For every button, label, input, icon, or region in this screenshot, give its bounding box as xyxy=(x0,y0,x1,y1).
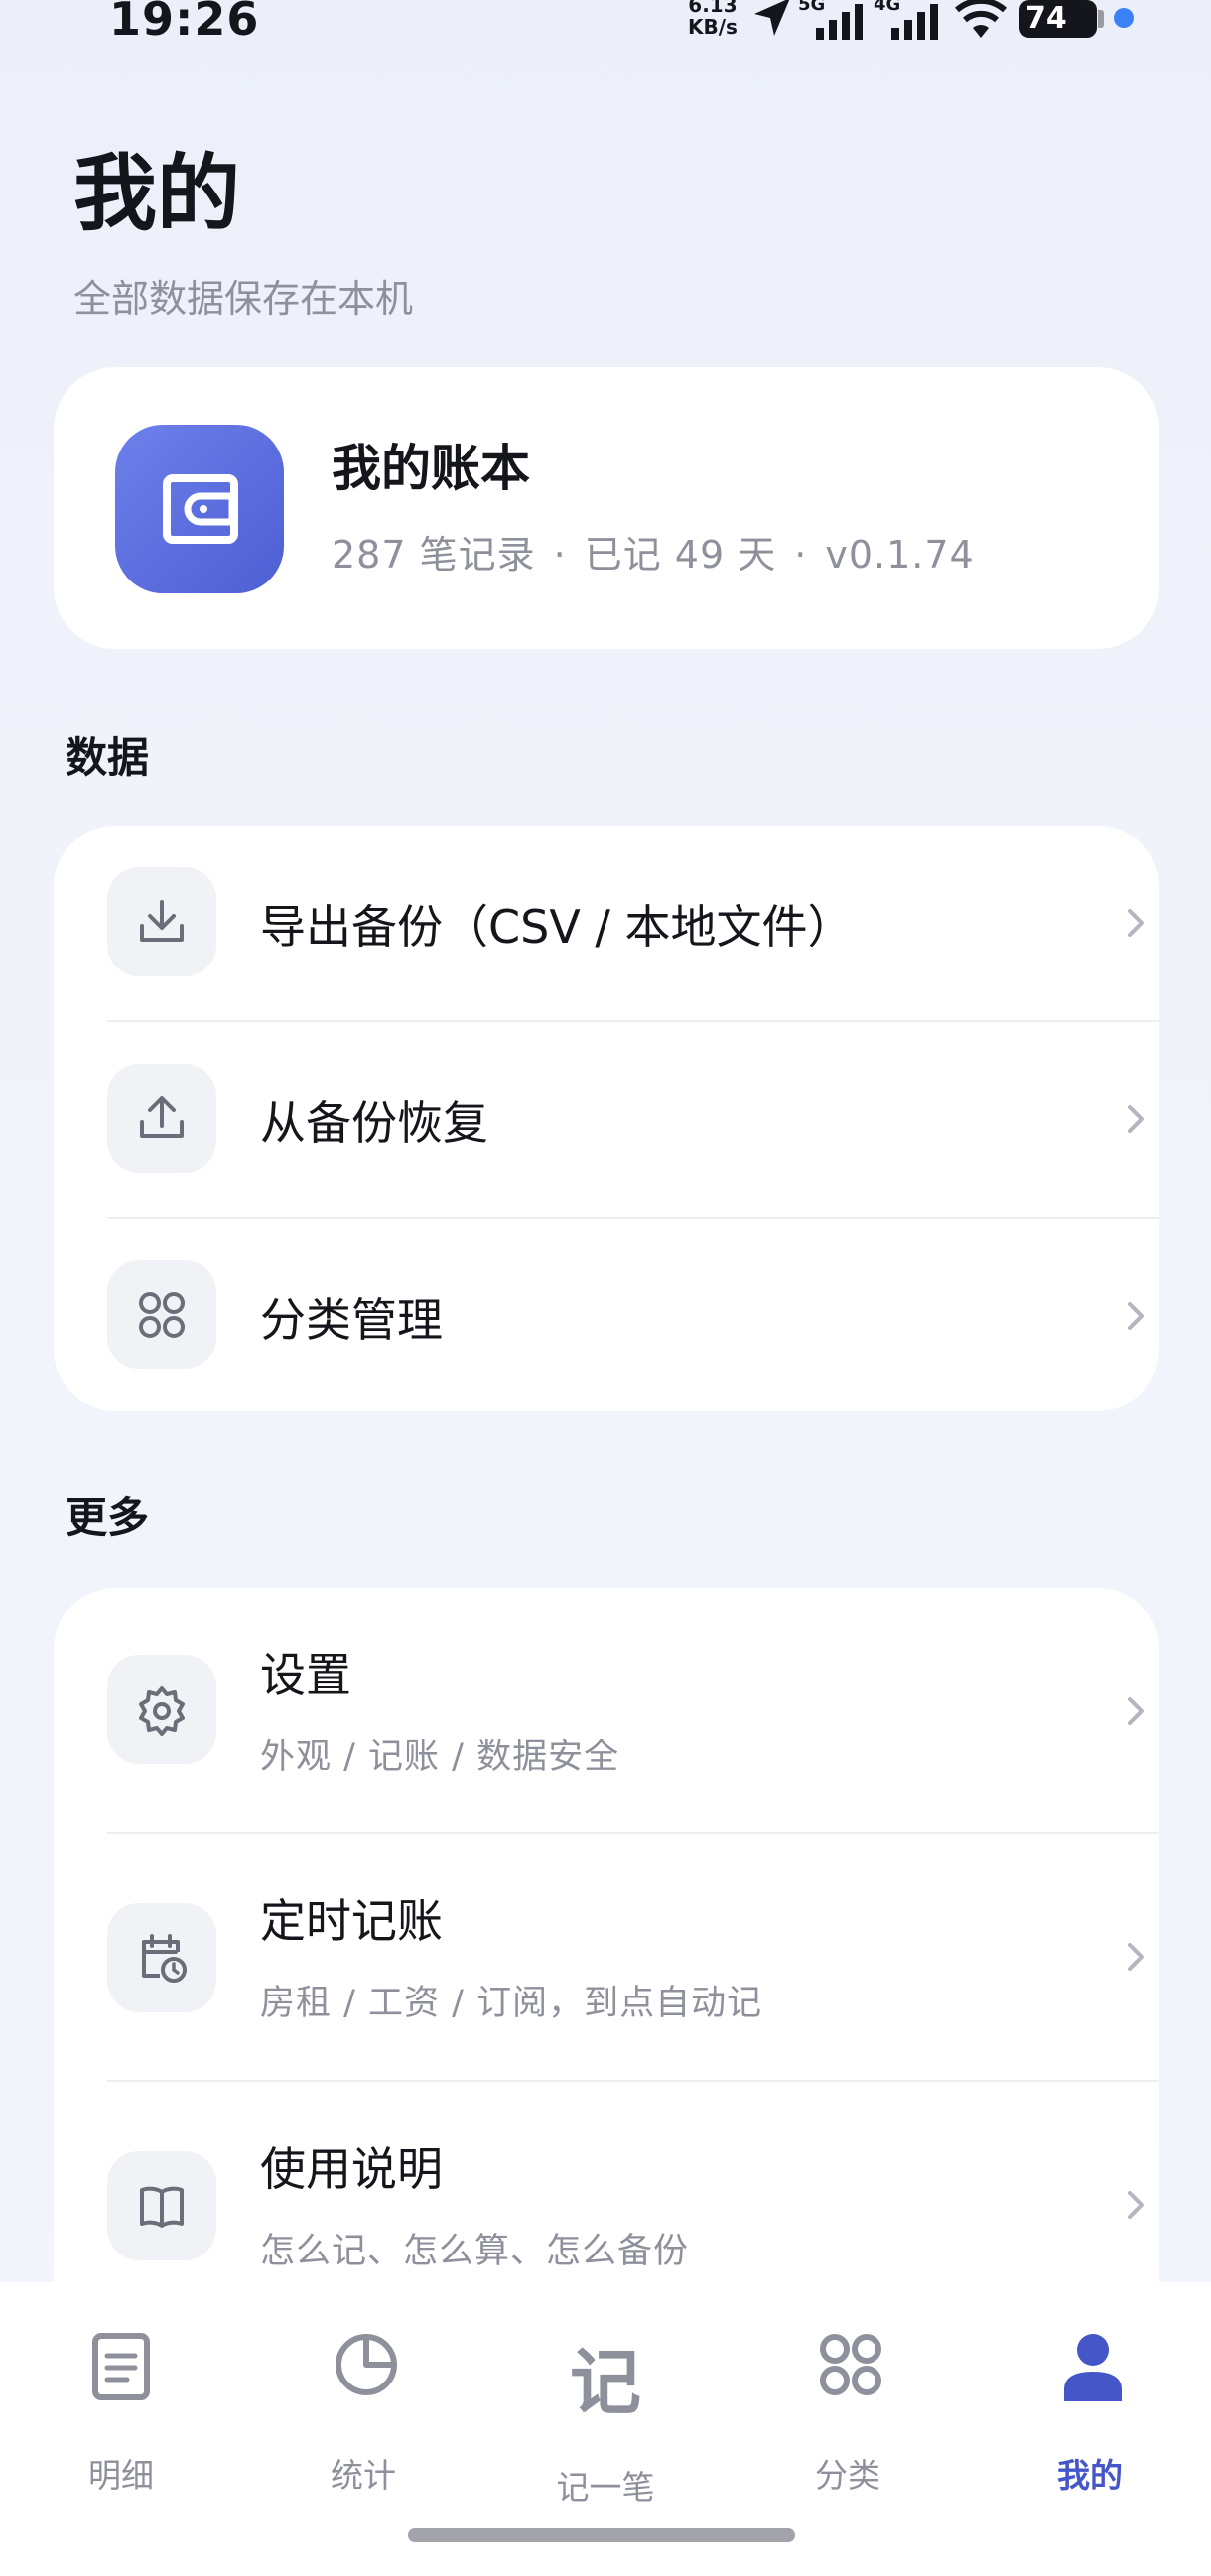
settings-subtitle: 外观 / 记账 / 数据安全 xyxy=(260,1738,620,1777)
user-guide-label: 使用说明 xyxy=(260,2142,443,2196)
tab-label: 明细 xyxy=(88,2456,154,2495)
page-title: 我的 xyxy=(73,145,241,242)
page-subtitle: 全部数据保存在本机 xyxy=(73,277,414,321)
tab-stats[interactable]: 统计 xyxy=(242,2282,484,2520)
export-backup-label: 导出备份（CSV / 本地文件） xyxy=(260,900,854,954)
notification-dot xyxy=(1114,8,1134,28)
scheduled-entry-row[interactable]: 定时记账 房租 / 工资 / 订阅，到点自动记 xyxy=(54,1834,1159,2080)
download-icon xyxy=(107,867,216,976)
scheduled-entry-subtitle: 房租 / 工资 / 订阅，到点自动记 xyxy=(260,1984,763,2023)
tab-label: 统计 xyxy=(331,2456,396,2495)
more-card: 设置 外观 / 记账 / 数据安全 定时记账 房租 / 工资 / 订阅，到点自动… xyxy=(54,1588,1159,2342)
settings-label: 设置 xyxy=(260,1648,351,1702)
tab-label: 我的 xyxy=(1057,2456,1123,2495)
chevron-right-icon xyxy=(1128,1105,1144,1133)
data-card: 导出备份（CSV / 本地文件） 从备份恢复 分类管理 xyxy=(54,826,1159,1411)
section-label-data: 数据 xyxy=(66,733,150,782)
settings-row[interactable]: 设置 外观 / 记账 / 数据安全 xyxy=(54,1588,1159,1832)
book-open-icon xyxy=(107,2151,216,2260)
record-char-icon: 记 xyxy=(569,2341,641,2424)
chevron-right-icon xyxy=(1128,1697,1144,1725)
book-title: 我的账本 xyxy=(332,440,530,497)
book-meta: 287 笔记录 · 已记 49 天 · v0.1.74 xyxy=(332,524,975,579)
category-manage-row[interactable]: 分类管理 xyxy=(54,1219,1159,1411)
chevron-right-icon xyxy=(1128,2191,1144,2219)
status-bar: 19:26 6.13 KB/s 5G 4G 74 xyxy=(0,0,1211,60)
section-label-more: 更多 xyxy=(66,1493,150,1542)
wifi-icon xyxy=(955,0,1007,38)
grid-icon xyxy=(107,1260,216,1369)
restore-backup-row[interactable]: 从备份恢复 xyxy=(54,1022,1159,1217)
network-speed-unit: KB/s xyxy=(688,15,738,39)
signal-1-icon xyxy=(816,4,863,40)
person-icon xyxy=(1064,2334,1122,2401)
chevron-right-icon xyxy=(1128,1302,1144,1330)
battery-indicator: 74 xyxy=(1019,0,1097,38)
chevron-right-icon xyxy=(1128,909,1144,937)
scheduled-entry-label: 定时记账 xyxy=(260,1894,443,1948)
signal-2-icon xyxy=(891,4,938,40)
home-indicator xyxy=(408,2528,795,2542)
chevron-right-icon xyxy=(1128,1943,1144,1971)
network-speed: 6.13 KB/s xyxy=(688,0,738,38)
restore-backup-label: 从备份恢复 xyxy=(260,1096,488,1150)
export-backup-row[interactable]: 导出备份（CSV / 本地文件） xyxy=(54,826,1159,1020)
tab-label: 记一笔 xyxy=(556,2468,655,2507)
meta-separator: · xyxy=(794,533,808,577)
book-days: 已记 49 天 xyxy=(584,533,777,577)
user-guide-subtitle: 怎么记、怎么算、怎么备份 xyxy=(260,2232,690,2271)
book-records: 287 笔记录 xyxy=(332,533,536,577)
upload-icon xyxy=(107,1064,216,1173)
tab-categories[interactable]: 分类 xyxy=(727,2282,969,2520)
tab-details[interactable]: 明细 xyxy=(0,2282,242,2520)
meta-separator: · xyxy=(553,533,567,577)
tab-add-record[interactable]: 记 记一笔 xyxy=(484,2282,727,2520)
pie-chart-icon xyxy=(336,2334,397,2395)
category-manage-label: 分类管理 xyxy=(260,1293,443,1347)
grid-icon xyxy=(820,2334,881,2395)
book-card[interactable]: 我的账本 287 笔记录 · 已记 49 天 · v0.1.74 xyxy=(54,367,1159,649)
wallet-icon xyxy=(115,425,284,593)
status-time: 19:26 xyxy=(109,0,260,46)
battery-tip xyxy=(1098,10,1104,28)
tab-label: 分类 xyxy=(815,2456,880,2495)
location-arrow-icon xyxy=(754,0,790,36)
network-speed-value: 6.13 xyxy=(688,0,738,17)
book-version: v0.1.74 xyxy=(825,533,975,577)
calendar-clock-icon xyxy=(107,1903,216,2012)
tab-me[interactable]: 我的 xyxy=(969,2282,1211,2520)
gear-icon xyxy=(107,1655,216,1764)
document-list-icon xyxy=(92,2333,150,2400)
